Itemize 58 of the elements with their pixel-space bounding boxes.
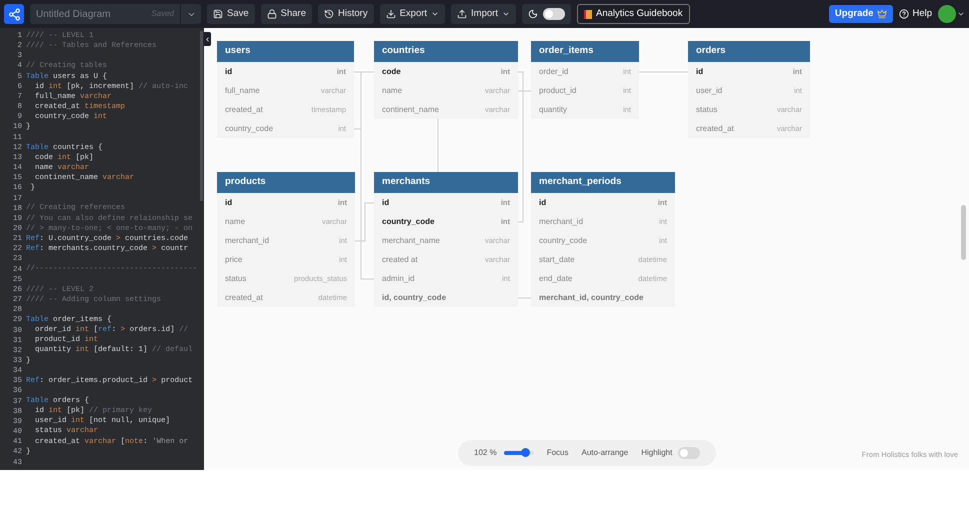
column-name: full_name (225, 84, 260, 96)
column-name: id, country_code (382, 292, 446, 304)
table-header[interactable]: countries (374, 41, 518, 62)
column-name: id (696, 66, 704, 78)
table-header[interactable]: merchant_periods (531, 172, 675, 193)
column-name: merchant_id, country_code (539, 292, 644, 304)
column-name: name (225, 216, 246, 228)
column-name: status (696, 104, 718, 116)
column-name: admin_id (382, 272, 414, 284)
table-header[interactable]: products (217, 172, 355, 193)
column-name: country_code (225, 122, 274, 134)
zoom-level: 102 % (474, 447, 497, 459)
column-name: merchant_id (225, 234, 270, 246)
column-name: created_at (696, 122, 734, 134)
auto-arrange-button[interactable]: Auto-arrange (581, 447, 628, 459)
table-name: products (225, 175, 266, 190)
save-button[interactable]: Save (207, 4, 255, 24)
column-name: user_id (696, 84, 722, 96)
column-name: price (225, 254, 242, 266)
column-name: code (382, 66, 401, 78)
column-name: country_code (382, 216, 434, 228)
column-name: start_date (539, 254, 575, 266)
table-header[interactable]: order_items (531, 41, 639, 62)
column-name: created_at (225, 292, 263, 304)
table-header[interactable]: users (217, 41, 354, 62)
help-link[interactable]: Help (899, 6, 932, 22)
import-button[interactable]: Import (451, 4, 516, 24)
guidebook-button[interactable]: Analytics Guidebook (576, 4, 690, 24)
column-name: created at (382, 254, 418, 266)
export-button[interactable]: Export (380, 4, 446, 24)
column-name: status (225, 272, 246, 284)
column-name: id (539, 196, 546, 208)
column-name: continent_name (382, 104, 439, 116)
column-name: end_date (539, 272, 572, 284)
upgrade-button[interactable]: Upgrade (828, 5, 894, 23)
table-header[interactable]: orders (688, 41, 810, 62)
column-name: id (225, 66, 232, 78)
focus-button[interactable]: Focus (546, 447, 568, 459)
table-name: countries (382, 44, 425, 58)
column-name: id (382, 196, 390, 208)
column-name: name (382, 84, 402, 96)
column-name: quantity (539, 104, 568, 116)
column-name: product_id (539, 84, 576, 96)
table-name: order_items (539, 44, 594, 58)
table-name: merchants (382, 175, 430, 190)
share-button[interactable]: Share (260, 4, 312, 24)
table-name: orders (696, 44, 726, 58)
column-name: created_at (225, 104, 263, 116)
column-name: order_id (539, 66, 568, 78)
history-button[interactable]: History (318, 4, 374, 24)
column-name: merchant_id (539, 216, 584, 228)
column-name: id (225, 196, 232, 208)
highlight-label: Highlight (641, 447, 672, 459)
table-name: users (225, 44, 250, 58)
table-header[interactable]: merchants (374, 172, 518, 193)
column-name: country_code (539, 234, 588, 246)
column-name: merchant_name (382, 234, 440, 246)
table-name: merchant_periods (539, 175, 622, 190)
